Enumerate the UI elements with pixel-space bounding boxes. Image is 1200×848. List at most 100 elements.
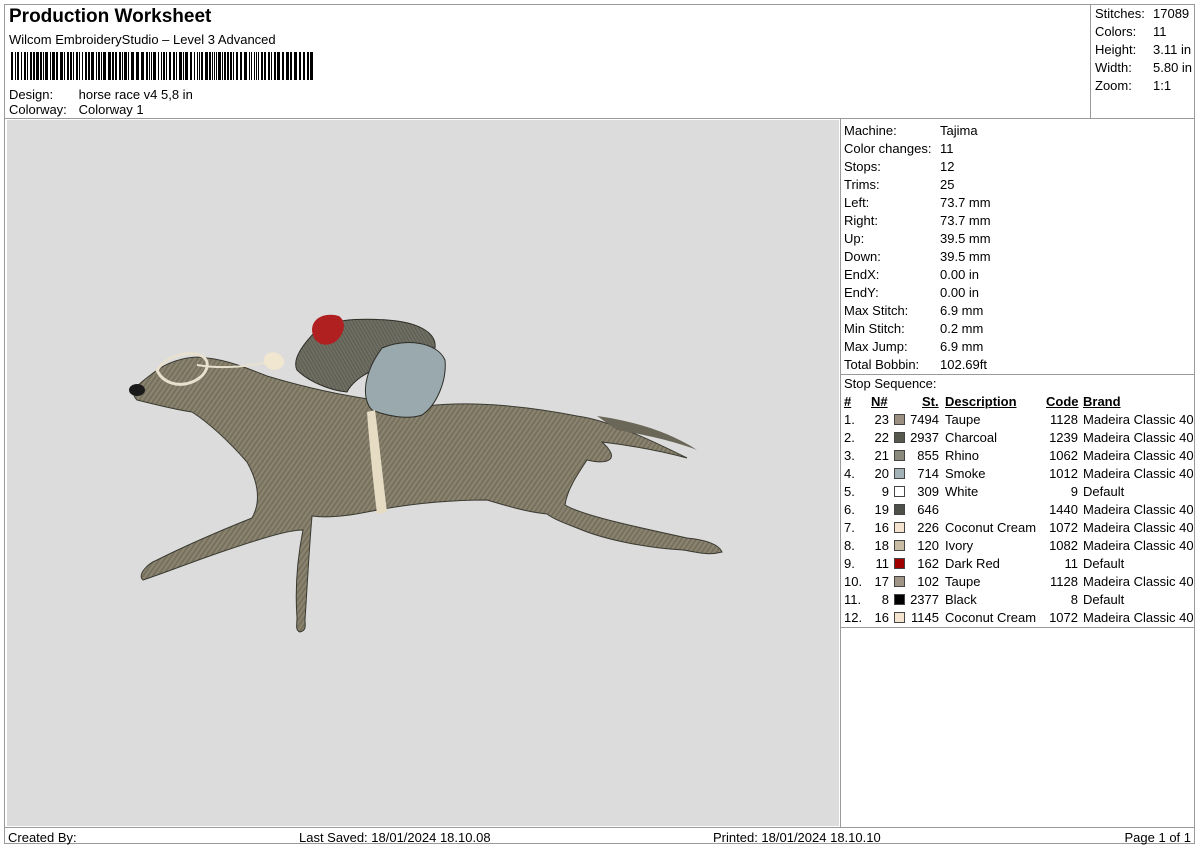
thread-code: 1239 <box>1049 430 1078 445</box>
machine-label: Left: <box>844 195 870 210</box>
color-description: White <box>945 484 979 499</box>
machine-value: 0.00 in <box>940 285 980 300</box>
machine-label: Color changes: <box>844 141 932 156</box>
needle-number: 8 <box>881 592 889 607</box>
stop-number: 11. <box>844 592 862 607</box>
printed-date: Printed: 18/01/2024 18.10.10 <box>713 830 881 845</box>
stitch-count: 2937 <box>910 430 939 445</box>
needle-number: 22 <box>874 430 889 445</box>
stop-row: 3. 21 855 Rhino 1062 Madeira Classic 40 <box>841 447 1194 465</box>
stop-row: 6. 19 646 1440 Madeira Classic 40 <box>841 501 1194 519</box>
summary-row: Zoom: 1:1 <box>1095 77 1171 95</box>
stop-number: 4. <box>844 466 855 481</box>
needle-number: 21 <box>874 448 889 463</box>
machine-label: Max Stitch: <box>844 303 909 318</box>
summary-value: 3.11 in <box>1153 42 1192 57</box>
color-description: Coconut Cream <box>945 520 1037 535</box>
col-header-num: # <box>844 394 852 409</box>
machine-row: Right: 73.7 mm <box>844 212 991 230</box>
needle-number: 16 <box>874 520 889 535</box>
thread-brand: Madeira Classic 40 <box>1083 430 1194 445</box>
created-by: Created By: <box>8 830 77 845</box>
color-description: Smoke <box>945 466 986 481</box>
stop-number: 7. <box>844 520 855 535</box>
stitch-count: 226 <box>917 520 939 535</box>
stitch-count: 102 <box>917 574 939 589</box>
design-value: horse race v4 5,8 in <box>78 87 193 102</box>
needle-number: 16 <box>874 610 889 625</box>
stop-number: 6. <box>844 502 855 517</box>
machine-row: Stops: 12 <box>844 158 954 176</box>
stop-row: 8. 18 120 Ivory 1082 Madeira Classic 40 <box>841 537 1194 555</box>
color-description: Dark Red <box>945 556 1000 571</box>
stop-number: 2. <box>844 430 855 445</box>
design-preview-canvas[interactable] <box>7 120 839 826</box>
stop-number: 12. <box>844 610 863 625</box>
color-swatch <box>894 576 905 587</box>
machine-value: 73.7 mm <box>940 195 991 210</box>
thread-code: 8 <box>1070 592 1078 607</box>
summary-value: 5.80 in <box>1153 60 1193 75</box>
machine-row: Left: 73.7 mm <box>844 194 991 212</box>
horse-muzzle <box>129 384 145 396</box>
color-description: Ivory <box>945 538 974 553</box>
machine-value: 6.9 mm <box>940 303 984 318</box>
machine-value: 39.5 mm <box>940 249 991 264</box>
summary-row: Height: 3.11 in <box>1095 41 1191 59</box>
machine-row: Min Stitch: 0.2 mm <box>844 320 983 338</box>
machine-row: EndX: 0.00 in <box>844 266 979 284</box>
machine-row: Max Jump: 6.9 mm <box>844 338 983 356</box>
colorway-line: Colorway: Colorway 1 <box>9 102 144 117</box>
color-swatch <box>894 432 905 443</box>
color-description: Rhino <box>945 448 979 463</box>
machine-label: Trims: <box>844 177 880 192</box>
machine-row: Total Bobbin: 102.69ft <box>844 356 987 374</box>
summary-value: 11 <box>1153 24 1167 39</box>
stop-number: 9. <box>844 556 855 571</box>
color-swatch <box>894 558 905 569</box>
color-swatch <box>894 414 905 425</box>
color-swatch <box>894 522 905 533</box>
machine-label: Total Bobbin: <box>844 357 920 372</box>
thread-code: 1072 <box>1049 610 1078 625</box>
machine-value: 6.9 mm <box>940 339 984 354</box>
design-label: Design: <box>9 87 54 102</box>
stop-row: 4. 20 714 Smoke 1012 Madeira Classic 40 <box>841 465 1194 483</box>
machine-value: 12 <box>940 159 955 174</box>
worksheet-header: Production Worksheet Wilcom EmbroiderySt… <box>5 5 1090 119</box>
col-header-stitches: St. <box>922 394 939 409</box>
stop-number: 3. <box>844 448 855 463</box>
thread-code: 1082 <box>1049 538 1078 553</box>
color-description: Coconut Cream <box>945 610 1037 625</box>
stop-row: 10. 17 102 Taupe 1128 Madeira Classic 40 <box>841 573 1194 591</box>
needle-number: 11 <box>875 556 890 571</box>
machine-value: 0.00 in <box>940 267 980 282</box>
needle-number: 18 <box>874 538 889 553</box>
col-header-description: Description <box>945 394 1017 409</box>
machine-row: Color changes: 11 <box>844 140 954 158</box>
stop-number: 8. <box>844 538 855 553</box>
last-saved: Last Saved: 18/01/2024 18.10.08 <box>299 830 491 845</box>
col-header-needle: N# <box>871 394 888 409</box>
section-divider <box>841 627 1194 628</box>
machine-label: Machine: <box>844 123 897 138</box>
machine-label: Min Stitch: <box>844 321 905 336</box>
color-description: Charcoal <box>945 430 998 445</box>
colorway-label: Colorway: <box>9 102 67 117</box>
machine-label: Down: <box>844 249 881 264</box>
stitch-count: 120 <box>917 538 939 553</box>
summary-label: Width: <box>1095 60 1132 75</box>
barcode-image <box>11 52 313 80</box>
needle-number: 17 <box>874 574 889 589</box>
machine-value: 73.7 mm <box>940 213 991 228</box>
stop-row: 7. 16 226 Coconut Cream 1072 Madeira Classic … <box>841 519 1194 537</box>
thread-code: 1062 <box>1049 448 1078 463</box>
summary-value: 17089 <box>1153 6 1190 21</box>
color-swatch <box>894 612 905 623</box>
thread-code: 1128 <box>1050 574 1078 589</box>
thread-brand: Madeira Classic 40 <box>1083 502 1194 517</box>
thread-code: 1072 <box>1049 520 1078 535</box>
machine-row: Trims: 25 <box>844 176 954 194</box>
summary-row: Colors: 11 <box>1095 23 1167 41</box>
color-swatch <box>894 594 905 605</box>
